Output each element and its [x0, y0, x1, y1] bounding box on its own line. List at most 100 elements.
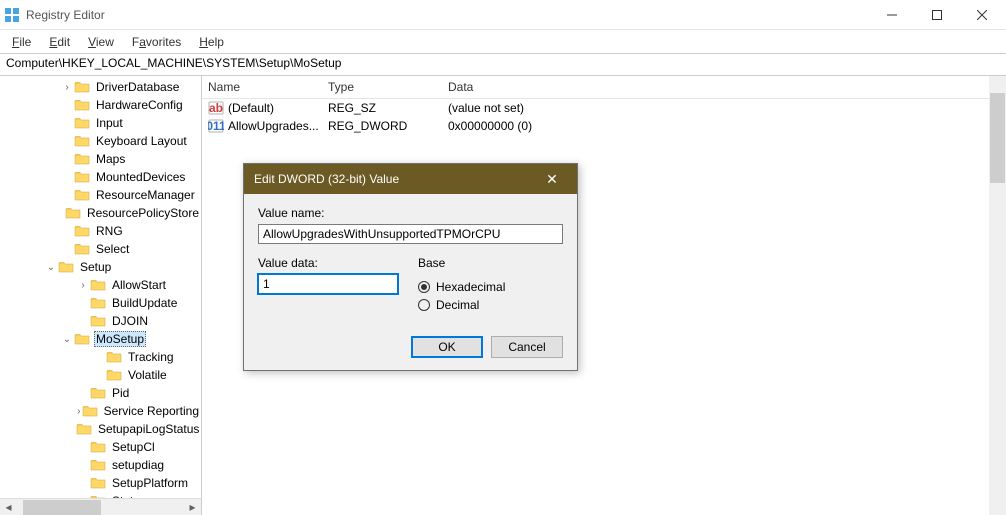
dialog-body: Value name: Value data: Base Hexadecimal…: [244, 194, 577, 370]
value-name-input[interactable]: [258, 224, 563, 244]
col-name[interactable]: Name: [202, 78, 322, 96]
tree-item[interactable]: Input: [0, 114, 201, 132]
tree-item[interactable]: SetupPlatform: [0, 474, 201, 492]
list-row[interactable]: 011AllowUpgrades...REG_DWORD0x00000000 (…: [202, 117, 1006, 135]
tree-item[interactable]: › AllowStart: [0, 276, 201, 294]
tree-item-label: MountedDevices: [94, 170, 187, 184]
tree-item-label: Input: [94, 116, 125, 130]
tree-item[interactable]: BuildUpdate: [0, 294, 201, 312]
chevron-down-icon[interactable]: ⌄: [44, 262, 58, 273]
folder-icon: [74, 80, 90, 94]
tree-item[interactable]: ⌄Setup: [0, 258, 201, 276]
folder-icon: [90, 314, 106, 328]
tree-item-label: AllowStart: [110, 278, 168, 292]
folder-icon: [74, 98, 90, 112]
col-data[interactable]: Data: [442, 78, 1006, 96]
scroll-thumb[interactable]: [990, 93, 1005, 183]
menu-help[interactable]: Help: [191, 33, 232, 51]
titlebar: Registry Editor: [0, 0, 1006, 30]
radio-hex[interactable]: Hexadecimal: [418, 278, 563, 296]
tree-item-label: RNG: [94, 224, 125, 238]
folder-icon: [74, 152, 90, 166]
tree-item[interactable]: Select: [0, 240, 201, 258]
scroll-right-icon[interactable]: ▸: [184, 499, 201, 515]
tree-item[interactable]: setupdiag: [0, 456, 201, 474]
folder-icon: [90, 296, 106, 310]
scroll-thumb[interactable]: [23, 500, 101, 515]
tree-item-label: Maps: [94, 152, 127, 166]
base-label: Base: [418, 256, 563, 270]
folder-icon: [74, 242, 90, 256]
reg-sz-icon: ab: [208, 100, 224, 116]
menubar: File Edit View Favorites Help: [0, 30, 1006, 54]
value-data-input[interactable]: [258, 274, 398, 294]
edit-dword-dialog: Edit DWORD (32-bit) Value ✕ Value name: …: [243, 163, 578, 371]
dialog-titlebar[interactable]: Edit DWORD (32-bit) Value ✕: [244, 164, 577, 194]
col-type[interactable]: Type: [322, 78, 442, 96]
dialog-title: Edit DWORD (32-bit) Value: [254, 172, 537, 186]
tree-item-label: DriverDatabase: [94, 80, 181, 94]
folder-icon: [74, 170, 90, 184]
folder-icon: [90, 458, 106, 472]
radio-dec[interactable]: Decimal: [418, 296, 563, 314]
tree-item[interactable]: ›Service Reporting: [0, 402, 201, 420]
tree-hscrollbar[interactable]: ◂ ▸: [0, 498, 201, 515]
radio-icon: [418, 299, 430, 311]
tree-item[interactable]: Maps: [0, 150, 201, 168]
scroll-track[interactable]: [17, 499, 184, 515]
value-data: 0x00000000 (0): [442, 119, 1006, 133]
tree-item-label: ResourceManager: [94, 188, 197, 202]
close-button[interactable]: [959, 0, 1004, 29]
tree-item[interactable]: Keyboard Layout: [0, 132, 201, 150]
value-type: REG_SZ: [322, 101, 442, 115]
chevron-down-icon[interactable]: ⌄: [60, 334, 74, 345]
tree-pane: › DriverDatabase HardwareConfig Input Keyboa…: [0, 76, 202, 515]
tree-item-label: DJOIN: [110, 314, 150, 328]
cancel-button[interactable]: Cancel: [491, 336, 563, 358]
tree-item-label: SetupapiLogStatus: [96, 422, 201, 436]
address-bar[interactable]: Computer\HKEY_LOCAL_MACHINE\SYSTEM\Setup…: [0, 54, 1006, 76]
tree-item[interactable]: RNG: [0, 222, 201, 240]
svg-text:ab: ab: [209, 101, 223, 115]
radio-hex-label: Hexadecimal: [436, 280, 505, 294]
tree-item[interactable]: ⌄ MoSetup: [0, 330, 201, 348]
folder-icon: [74, 224, 90, 238]
scroll-left-icon[interactable]: ◂: [0, 499, 17, 515]
tree-item[interactable]: SetupCl: [0, 438, 201, 456]
folder-icon: [65, 206, 81, 220]
list-vscrollbar[interactable]: [989, 76, 1006, 515]
tree-item[interactable]: DJOIN: [0, 312, 201, 330]
radio-dec-label: Decimal: [436, 298, 479, 312]
menu-favorites[interactable]: Favorites: [124, 33, 189, 51]
folder-icon: [90, 440, 106, 454]
ok-button[interactable]: OK: [411, 336, 483, 358]
menu-edit[interactable]: Edit: [41, 33, 78, 51]
tree-item[interactable]: HardwareConfig: [0, 96, 201, 114]
menu-file[interactable]: File: [4, 33, 39, 51]
folder-icon: [106, 368, 122, 382]
tree-item[interactable]: ResourcePolicyStore: [0, 204, 201, 222]
radio-icon: [418, 281, 430, 293]
folder-icon: [106, 350, 122, 364]
folder-icon: [90, 476, 106, 490]
tree-item[interactable]: Volatile: [0, 366, 201, 384]
list-row[interactable]: ab(Default)REG_SZ(value not set): [202, 99, 1006, 117]
tree-item[interactable]: MountedDevices: [0, 168, 201, 186]
chevron-right-icon[interactable]: ›: [60, 82, 74, 93]
menu-view[interactable]: View: [80, 33, 122, 51]
maximize-button[interactable]: [914, 0, 959, 29]
tree-item-label: Service Reporting: [102, 404, 201, 418]
folder-icon: [74, 188, 90, 202]
reg-dword-icon: 011: [208, 118, 224, 134]
tree-item[interactable]: ResourceManager: [0, 186, 201, 204]
tree-item-label: MoSetup: [94, 331, 146, 347]
chevron-right-icon[interactable]: ›: [76, 280, 90, 291]
dialog-close-button[interactable]: ✕: [537, 164, 567, 194]
tree-item[interactable]: Pid: [0, 384, 201, 402]
tree-item[interactable]: SetupapiLogStatus: [0, 420, 201, 438]
tree-item[interactable]: › DriverDatabase: [0, 78, 201, 96]
tree-item[interactable]: Tracking: [0, 348, 201, 366]
tree-item-label: HardwareConfig: [94, 98, 185, 112]
value-data: (value not set): [442, 101, 1006, 115]
minimize-button[interactable]: [869, 0, 914, 29]
